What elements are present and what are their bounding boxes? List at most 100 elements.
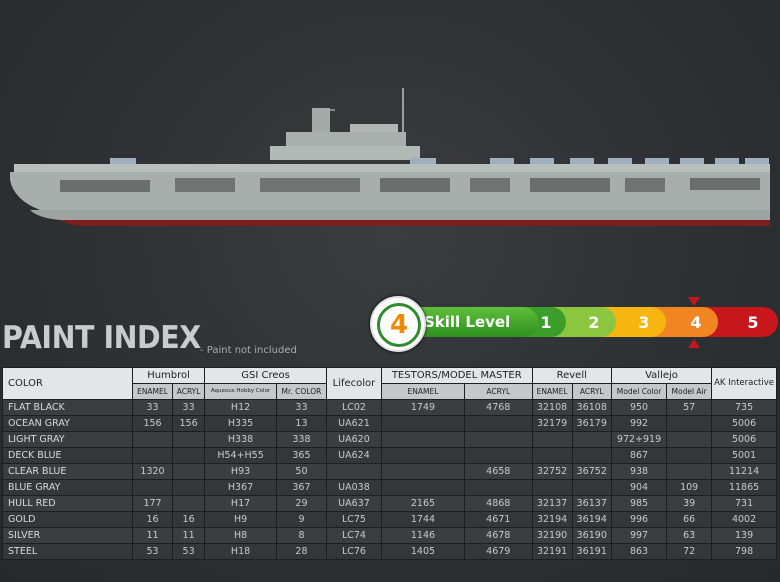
- table-cell: 863: [610, 543, 668, 560]
- table-cell: 50: [275, 463, 327, 480]
- table-cell: [666, 463, 713, 480]
- table-cell: [571, 431, 612, 448]
- table-cell: [380, 479, 466, 496]
- table-cell: 11: [131, 527, 174, 544]
- table-cell: H338: [204, 431, 277, 448]
- table-cell: 36194: [571, 511, 612, 528]
- table-cell: 13: [275, 415, 327, 432]
- table-cell: 798: [711, 543, 777, 560]
- table-cell: 53: [131, 543, 174, 560]
- skill-level-badge-number: 4: [377, 303, 421, 347]
- table-cell: 5006: [711, 431, 777, 448]
- table-cell: 66: [666, 511, 713, 528]
- table-cell: [464, 431, 533, 448]
- table-cell: 904: [610, 479, 668, 496]
- table-cell: H18: [204, 543, 277, 560]
- table-cell: 5001: [711, 447, 777, 464]
- table-cell: 57: [666, 399, 713, 416]
- table-cell: UA621: [325, 415, 382, 432]
- table-cell: 11: [172, 527, 206, 544]
- table-row: FLAT BLACK 33 33 H12 33 LC02 1749 4768 32108 3610…: [2, 399, 777, 416]
- header-ak-interactive: AK Interactive: [711, 367, 777, 400]
- table-cell: H54+H55: [204, 447, 277, 464]
- table-cell: 972+919: [610, 431, 668, 448]
- color-name-cell: STEEL: [2, 543, 133, 560]
- table-cell: 32108: [531, 399, 573, 416]
- table-cell: 36179: [571, 415, 612, 432]
- table-cell: [531, 431, 573, 448]
- table-cell: 72: [666, 543, 713, 560]
- sub-header: Model Color: [610, 383, 668, 400]
- table-cell: [172, 447, 206, 464]
- table-cell: 36108: [571, 399, 612, 416]
- table-cell: 2165: [380, 495, 466, 512]
- table-cell: 4679: [464, 543, 533, 560]
- table-cell: 4658: [464, 463, 533, 480]
- table-cell: [571, 447, 612, 464]
- sub-header: Model Air: [666, 383, 713, 400]
- level-marker-bottom: [688, 339, 700, 348]
- table-cell: 36190: [571, 527, 612, 544]
- table-cell: [380, 463, 466, 480]
- skill-level-bar: 5 4 3 2 1 Skill Level 4: [370, 296, 780, 352]
- table-cell: 1749: [380, 399, 466, 416]
- sub-header: ENAMEL: [531, 383, 573, 400]
- table-cell: 33: [131, 399, 174, 416]
- sub-header: ACRYL: [172, 383, 206, 400]
- table-cell: [464, 415, 533, 432]
- table-cell: H367: [204, 479, 277, 496]
- table-row: BLUE GRAY H367 367 UA038 904 109 11865: [2, 479, 777, 496]
- color-name-cell: BLUE GRAY: [2, 479, 133, 496]
- header-testors: TESTORS/MODEL MASTER: [380, 367, 533, 384]
- sub-header: ACRYL: [464, 383, 533, 400]
- table-cell: 16: [172, 511, 206, 528]
- table-cell: 950: [610, 399, 668, 416]
- table-row: HULL RED 177 H17 29 UA637 2165 4868 32137 36137 9…: [2, 495, 777, 512]
- table-cell: [131, 431, 174, 448]
- table-cell: [172, 431, 206, 448]
- header-gsi-creos: GSI Creos: [204, 367, 327, 384]
- table-cell: 36752: [571, 463, 612, 480]
- table-row: DECK BLUE H54+H55 365 UA624 867 5001: [2, 447, 777, 464]
- table-cell: 32752: [531, 463, 573, 480]
- sub-header: Aqueous Hobby Color: [204, 383, 277, 400]
- table-cell: 1320: [131, 463, 174, 480]
- table-cell: [380, 447, 466, 464]
- header-color: COLOR: [2, 367, 133, 400]
- table-cell: 997: [610, 527, 668, 544]
- table-cell: 4002: [711, 511, 777, 528]
- table-cell: LC02: [325, 399, 382, 416]
- table-cell: 36191: [571, 543, 612, 560]
- color-name-cell: GOLD: [2, 511, 133, 528]
- page-title: PAINT INDEX: [2, 320, 201, 356]
- paint-index-table: COLOR Humbrol GSI Creos Lifecolor TESTOR…: [2, 367, 777, 560]
- table-cell: H12: [204, 399, 277, 416]
- table-cell: 53: [172, 543, 206, 560]
- table-cell: LC75: [325, 511, 382, 528]
- table-cell: 32137: [531, 495, 573, 512]
- header-humbrol: Humbrol: [131, 367, 206, 384]
- table-cell: 1146: [380, 527, 466, 544]
- table-cell: [666, 447, 713, 464]
- table-cell: 1744: [380, 511, 466, 528]
- table-row: SILVER 11 11 H8 8 LC74 1146 4678 32190 36190 997 63…: [2, 527, 777, 544]
- table-cell: 735: [711, 399, 777, 416]
- sub-header: ENAMEL: [131, 383, 174, 400]
- table-cell: H17: [204, 495, 277, 512]
- table-cell: 11214: [711, 463, 777, 480]
- table-cell: 33: [172, 399, 206, 416]
- table-cell: H8: [204, 527, 277, 544]
- table-cell: 109: [666, 479, 713, 496]
- table-cell: [464, 479, 533, 496]
- table-cell: [464, 447, 533, 464]
- table-cell: [131, 479, 174, 496]
- table-cell: [571, 479, 612, 496]
- table-cell: H9: [204, 511, 277, 528]
- header-revell: Revell: [531, 367, 612, 384]
- level-marker-top: [688, 297, 700, 306]
- table-row: GOLD 16 16 H9 9 LC75 1744 4671 32194 36194 996 66 40…: [2, 511, 777, 528]
- table-cell: 11865: [711, 479, 777, 496]
- table-cell: [666, 415, 713, 432]
- table-row: STEEL 53 53 H18 28 LC76 1405 4679 32191 36191 863 7…: [2, 543, 777, 560]
- table-cell: [131, 447, 174, 464]
